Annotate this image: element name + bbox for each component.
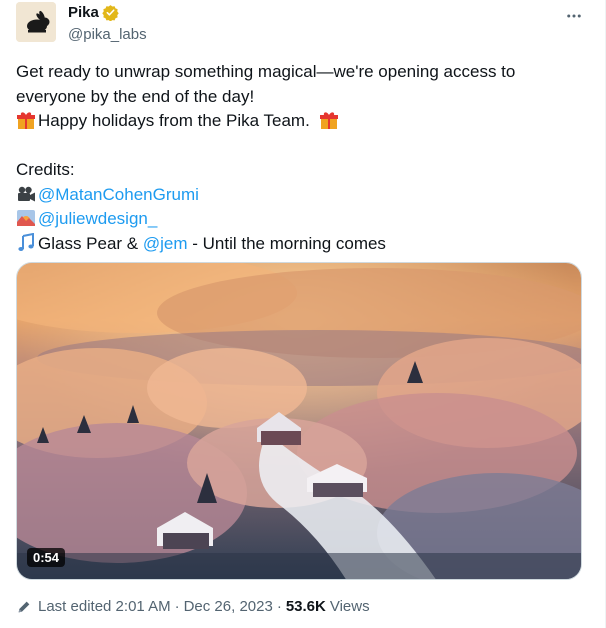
more-options-icon <box>567 14 581 18</box>
video-player[interactable]: 0:54 <box>16 262 582 580</box>
views-label: Views <box>329 598 370 615</box>
credits-label: Credits: <box>16 160 75 179</box>
separator: · <box>276 598 282 615</box>
credit-row-video: @MatanCohenGrumi <box>16 183 576 208</box>
music-prefix: Glass Pear & <box>38 233 143 253</box>
rabbit-logo-icon <box>16 2 56 42</box>
last-edited[interactable]: Last edited 2:01 AM <box>38 598 171 615</box>
post-line: Get ready to unwrap something magical—we… <box>16 62 516 81</box>
pencil-icon <box>18 601 30 612</box>
music-notes-icon <box>18 232 34 251</box>
verified-badge-icon <box>102 5 119 21</box>
holidays-text: Happy holidays from the Pika Team. <box>38 111 310 130</box>
name-row: Pika <box>68 4 119 21</box>
video-duration: 0:54 <box>27 548 66 567</box>
gift-icon <box>17 112 35 129</box>
gift-icon <box>319 112 338 129</box>
movie-camera-icon <box>18 186 35 201</box>
mention-link[interactable]: @MatanCohenGrumi <box>38 185 199 204</box>
sunset-icon <box>17 210 35 226</box>
separator: · <box>174 598 180 615</box>
views-count: 53.6K <box>285 598 326 615</box>
credit-row-music: Glass Pear & @jem - Until the morning co… <box>16 232 576 257</box>
post-text: Get ready to unwrap something magical—we… <box>16 60 576 256</box>
post-header: Pika @pika_labs <box>16 2 590 46</box>
post-line-holidays: Happy holidays from the Pika Team. <box>16 109 576 134</box>
credit-row-art: @juliewdesign_ <box>16 207 576 232</box>
mention-link[interactable]: @jem <box>143 234 188 253</box>
avatar[interactable] <box>16 2 56 42</box>
post-footer: Last edited 2:01 AM · Dec 26, 2023 · 53.… <box>16 598 370 615</box>
mention-link[interactable]: @juliewdesign_ <box>38 209 157 228</box>
video-thumbnail <box>17 263 581 579</box>
music-suffix: - Until the morning comes <box>187 233 386 253</box>
handle[interactable]: @pika_labs <box>68 26 147 43</box>
post-line: everyone by the end of the day! <box>16 86 255 106</box>
display-name[interactable]: Pika <box>68 4 99 21</box>
post-date[interactable]: Dec 26, 2023 <box>184 598 273 615</box>
more-options-button[interactable] <box>560 2 588 30</box>
